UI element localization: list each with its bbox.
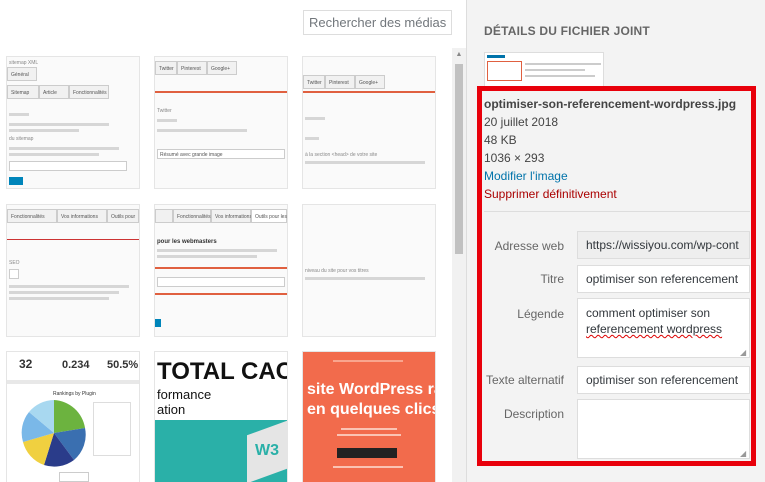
thumb-tab: Vos informations bbox=[211, 209, 252, 223]
media-thumbnail[interactable]: TOTAL CAC formance ation W3 bbox=[155, 352, 287, 482]
media-thumbnail[interactable]: Fonctionnalités Vos informations Outils … bbox=[155, 205, 287, 336]
thumb-field: Résumé avec grande image bbox=[157, 149, 285, 159]
thumb-tab: Pinterest bbox=[177, 61, 207, 75]
thumb-tab: Outils pour les webmasters bbox=[251, 209, 287, 223]
media-thumbnail[interactable]: site WordPress ra en quelques clics bbox=[303, 352, 435, 482]
scrollbar-thumb[interactable] bbox=[455, 64, 463, 254]
media-thumbnail[interactable]: Twitter Pinterest Google+ à la section <… bbox=[303, 57, 435, 188]
thumb-stat: 32 bbox=[19, 357, 33, 371]
thumb-text: à la section <head> de votre site bbox=[305, 152, 378, 158]
thumb-heading: site WordPress ra bbox=[307, 381, 435, 398]
media-thumbnail[interactable]: 32 0.234 50.5% Rankings by Plugin bbox=[7, 352, 139, 482]
highlight-box bbox=[477, 86, 756, 466]
thumb-text: niveau du site pour vos titres bbox=[305, 268, 369, 274]
thumb-tab: Pinterest bbox=[325, 75, 355, 89]
thumb-stat: 0.234 bbox=[62, 359, 90, 371]
thumb-tab: Général bbox=[7, 67, 37, 81]
thumb-tab: Google+ bbox=[207, 61, 237, 75]
media-thumbnail[interactable]: niveau du site pour vos titres bbox=[303, 205, 435, 336]
thumb-tab: Article bbox=[39, 85, 69, 99]
thumb-text: sitemap XML bbox=[9, 60, 39, 66]
pie-chart-icon bbox=[21, 400, 86, 467]
scroll-up-arrow-icon[interactable]: ▲ bbox=[452, 48, 466, 62]
thumb-tab: Fonctionnalités bbox=[173, 209, 211, 223]
thumb-tab: Vos informations bbox=[57, 209, 107, 223]
thumb-heading: TOTAL CAC bbox=[157, 358, 287, 385]
thumb-tab: Sitemap bbox=[7, 85, 39, 99]
thumb-text: Rankings by Plugin bbox=[53, 391, 96, 397]
thumb-text: Twitter bbox=[157, 108, 172, 114]
thumb-text: ation bbox=[157, 402, 186, 417]
media-thumbnail[interactable]: sitemap XML Général Sitemap Article Fonc… bbox=[7, 57, 139, 188]
attachment-preview-thumbnail bbox=[484, 52, 604, 87]
thumb-tab: Fonctionnalités bbox=[7, 209, 57, 223]
media-library-grid: sitemap XML Général Sitemap Article Fonc… bbox=[0, 0, 466, 482]
thumb-tab: Outils pour bbox=[107, 209, 139, 223]
thumb-tab: Twitter bbox=[155, 61, 177, 75]
thumb-text: pour les webmasters bbox=[157, 239, 217, 245]
thumb-text: du sitemap bbox=[9, 136, 34, 142]
thumb-text: SEO bbox=[9, 260, 20, 266]
thumb-heading: en quelques clics bbox=[307, 401, 435, 418]
media-thumbnail[interactable]: Twitter Pinterest Google+ Twitter Résumé… bbox=[155, 57, 287, 188]
media-thumbnail[interactable]: Fonctionnalités Vos informations Outils … bbox=[7, 205, 139, 336]
attachment-details-title: DÉTAILS DU FICHIER JOINT bbox=[484, 24, 650, 38]
thumb-stat: 50.5% bbox=[107, 359, 139, 371]
media-search-input[interactable] bbox=[303, 10, 452, 35]
thumb-tab: Google+ bbox=[355, 75, 385, 89]
thumb-text: formance bbox=[157, 387, 212, 402]
thumb-tab: Fonctionnalités bbox=[69, 85, 109, 99]
thumb-tab: Twitter bbox=[303, 75, 325, 89]
